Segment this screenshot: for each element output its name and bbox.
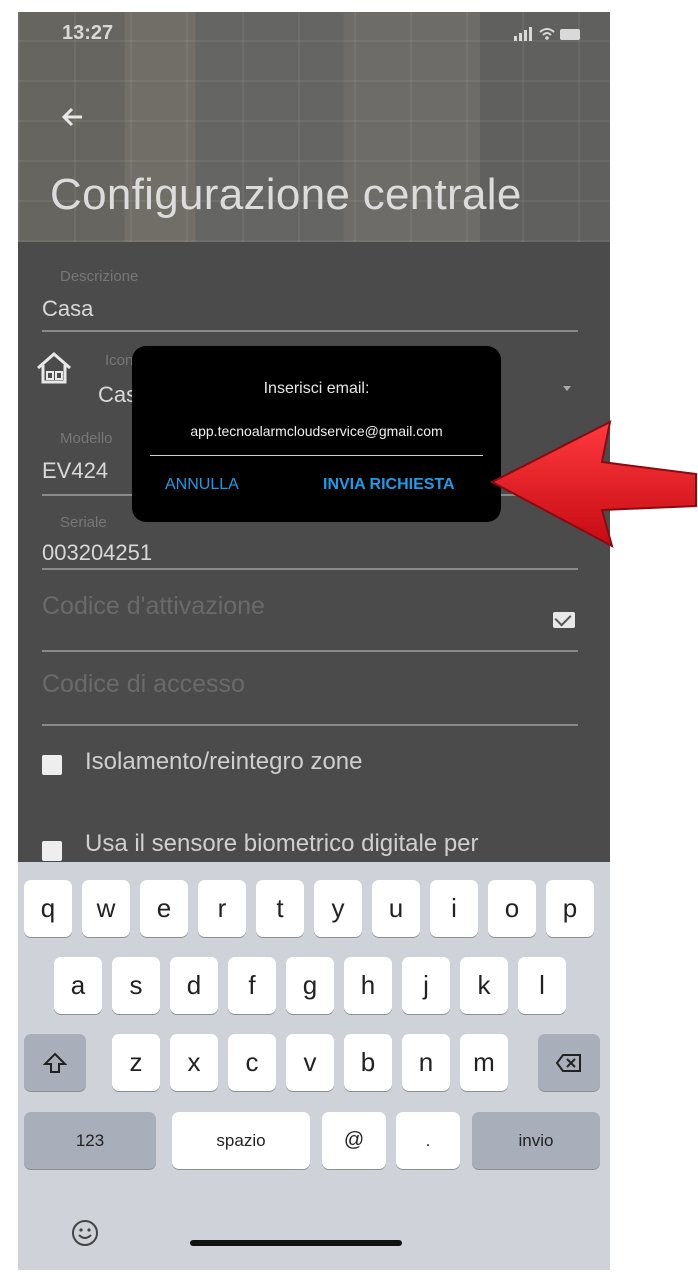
- key-d[interactable]: d: [170, 957, 218, 1014]
- key-c[interactable]: c: [228, 1034, 276, 1091]
- page-title: Configurazione centrale: [50, 170, 522, 219]
- modello-label: Modello: [60, 430, 113, 447]
- key-z[interactable]: z: [112, 1034, 160, 1091]
- key-n[interactable]: n: [402, 1034, 450, 1091]
- key-y[interactable]: y: [314, 880, 362, 937]
- key-h[interactable]: h: [344, 957, 392, 1014]
- key-o[interactable]: o: [488, 880, 536, 937]
- key-x[interactable]: x: [170, 1034, 218, 1091]
- isolamento-checkbox[interactable]: [42, 755, 62, 775]
- codice-accesso-underline: [42, 724, 578, 726]
- key-m[interactable]: m: [460, 1034, 508, 1091]
- phone-screen: 13:27 Configurazione centrale Descrizion…: [18, 12, 610, 1270]
- descrizione-underline: [42, 330, 578, 332]
- key-i[interactable]: i: [430, 880, 478, 937]
- modello-field[interactable]: EV424: [42, 458, 108, 484]
- key-g[interactable]: g: [286, 957, 334, 1014]
- key-a[interactable]: a: [54, 957, 102, 1014]
- biometrico-checkbox[interactable]: [42, 841, 62, 861]
- dialog-input-underline: [150, 455, 483, 456]
- cancel-button[interactable]: ANNULLA: [165, 476, 239, 494]
- signal-wifi-battery-icon: [514, 27, 580, 41]
- keyboard: q w e r t y u i o p a s d f g h j k l z …: [18, 862, 610, 1270]
- key-s[interactable]: s: [112, 957, 160, 1014]
- dropdown-icon[interactable]: [563, 386, 571, 391]
- key-k[interactable]: k: [460, 957, 508, 1014]
- descrizione-label: Descrizione: [60, 268, 139, 285]
- biometrico-label: Usa il sensore biometrico digitale per: [85, 830, 479, 857]
- header: 13:27 Configurazione centrale: [18, 12, 610, 242]
- key-u[interactable]: u: [372, 880, 420, 937]
- house-icon: [34, 348, 74, 388]
- key-l[interactable]: l: [518, 957, 566, 1014]
- dialog-email-input[interactable]: app.tecnoalarmcloudservice@gmail.com: [132, 423, 501, 439]
- key-f[interactable]: f: [228, 957, 276, 1014]
- key-t[interactable]: t: [256, 880, 304, 937]
- dialog-title: Inserisci email:: [263, 380, 370, 397]
- key-q[interactable]: q: [24, 880, 72, 937]
- key-r[interactable]: r: [198, 880, 246, 937]
- at-key[interactable]: @: [322, 1112, 386, 1169]
- status-icons: [484, 24, 584, 44]
- shift-icon[interactable]: [24, 1034, 86, 1091]
- seriale-field[interactable]: 003204251: [42, 540, 152, 566]
- status-time: 13:27: [62, 22, 114, 44]
- seriale-label: Seriale: [60, 514, 107, 531]
- backspace-icon[interactable]: [538, 1034, 600, 1091]
- enter-key[interactable]: invio: [472, 1112, 600, 1169]
- key-w[interactable]: w: [82, 880, 130, 937]
- home-indicator: [190, 1240, 402, 1246]
- space-key[interactable]: spazio: [172, 1112, 310, 1169]
- descrizione-field[interactable]: Casa: [42, 296, 93, 322]
- codice-attivazione-underline: [42, 650, 578, 652]
- send-request-button[interactable]: INVIA RICHIESTA: [323, 476, 455, 494]
- codice-accesso-input[interactable]: Codice di accesso: [42, 670, 245, 699]
- codice-attivazione-input[interactable]: Codice d'attivazione: [42, 592, 265, 621]
- email-dialog: Inserisci email: app.tecnoalarmcloudserv…: [132, 346, 501, 522]
- mail-icon[interactable]: [553, 612, 575, 628]
- numbers-key[interactable]: 123: [24, 1112, 156, 1169]
- key-j[interactable]: j: [402, 957, 450, 1014]
- key-b[interactable]: b: [344, 1034, 392, 1091]
- key-p[interactable]: p: [546, 880, 594, 937]
- key-v[interactable]: v: [286, 1034, 334, 1091]
- emoji-icon[interactable]: [70, 1218, 100, 1253]
- isolamento-label: Isolamento/reintegro zone: [85, 748, 363, 775]
- back-arrow-icon[interactable]: [58, 102, 88, 140]
- key-e[interactable]: e: [140, 880, 188, 937]
- red-arrow-annotation: [490, 420, 697, 548]
- dot-key[interactable]: .: [396, 1112, 460, 1169]
- seriale-underline: [42, 568, 578, 570]
